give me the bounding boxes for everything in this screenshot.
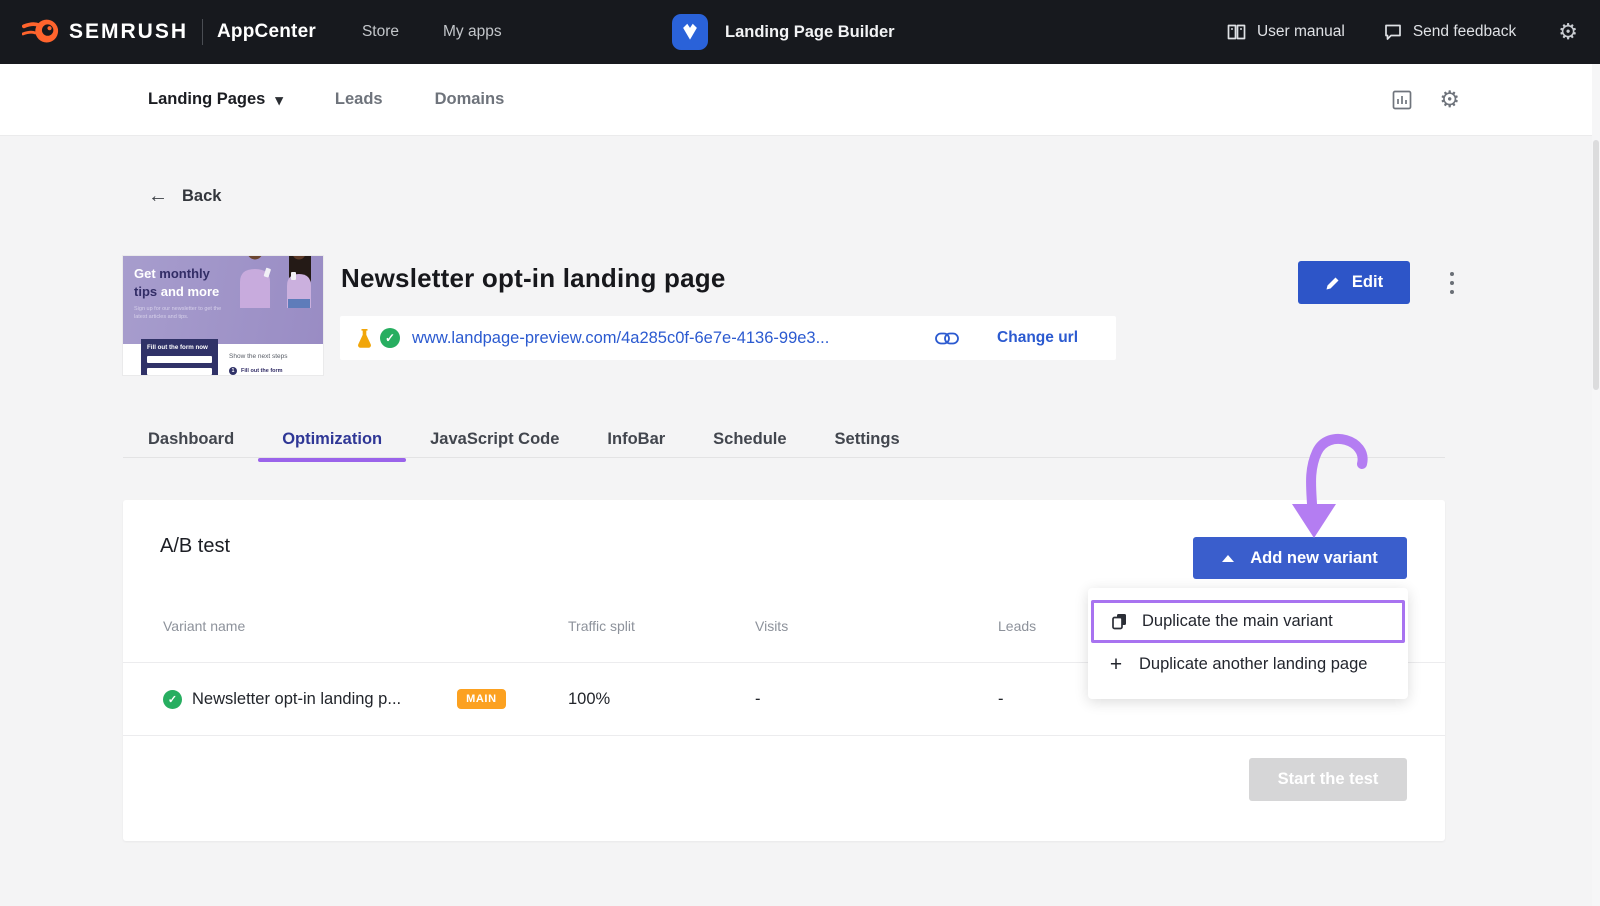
thumbnail-heading: Get monthly tips and more [134, 265, 219, 300]
form-title: Fill out the form now [147, 344, 212, 351]
copy-link-icon[interactable] [935, 332, 959, 345]
change-url-button[interactable]: Change url [997, 329, 1078, 347]
subnav-domains[interactable]: Domains [435, 90, 505, 109]
url-bar: ✓ www.landpage-preview.com/4a285c0f-6e7e… [340, 316, 1116, 360]
step-label: Fill out the form [241, 368, 283, 374]
back-label: Back [182, 187, 221, 206]
ab-test-heading: A/B test [160, 535, 230, 558]
subnav-leads[interactable]: Leads [335, 90, 383, 109]
step-item: 1 Fill out the form [229, 367, 288, 375]
menu-item-duplicate-main-variant[interactable]: Duplicate the main variant [1091, 600, 1405, 643]
app-sub-nav: Landing Pages ▾ Leads Domains ⚙ [0, 64, 1600, 136]
top-bar: SEMRUSH AppCenter Store My apps Landing … [0, 0, 1600, 64]
more-options-kebab[interactable] [1443, 270, 1461, 296]
landing-pages-label: Landing Pages [148, 90, 265, 109]
page-title: Newsletter opt-in landing page [341, 263, 725, 294]
landing-page-thumbnail: Get monthly tips and more Sign up for ou… [123, 256, 323, 375]
send-feedback-link[interactable]: Send feedback [1383, 22, 1516, 42]
plus-icon: + [1106, 654, 1126, 675]
nav-my-apps[interactable]: My apps [443, 23, 502, 41]
pencil-icon [1325, 275, 1341, 291]
landing-page-builder-icon [672, 14, 708, 50]
traffic-split-value: 100% [568, 690, 755, 709]
menu-item-label: Duplicate another landing page [1139, 655, 1367, 674]
main-badge: MAIN [457, 689, 506, 709]
duplicate-icon [1109, 612, 1129, 631]
subnav-items: Landing Pages ▾ Leads Domains [148, 90, 504, 109]
feedback-bubble-icon [1383, 22, 1403, 42]
published-check-icon: ✓ [163, 690, 182, 709]
user-manual-link[interactable]: User manual [1226, 22, 1345, 42]
thumbnail-steps: Show the next steps 1 Fill out the form [229, 353, 288, 375]
analytics-chart-icon[interactable] [1391, 89, 1413, 111]
chevron-up-icon [1222, 555, 1234, 562]
topbar-gear-icon[interactable]: ⚙ [1558, 21, 1578, 43]
subnav-landing-pages[interactable]: Landing Pages ▾ [148, 90, 283, 109]
status-check-icon: ✓ [380, 328, 400, 348]
tab-javascript-code[interactable]: JavaScript Code [406, 420, 583, 458]
page-tabs: Dashboard Optimization JavaScript Code I… [124, 420, 924, 458]
semrush-brand[interactable]: SEMRUSH AppCenter [22, 15, 316, 49]
visits-value: - [755, 690, 998, 709]
add-variant-dropdown: Duplicate the main variant + Duplicate a… [1088, 588, 1408, 699]
tab-infobar[interactable]: InfoBar [583, 420, 689, 458]
suite-name: AppCenter [217, 21, 316, 43]
row-divider [123, 735, 1445, 736]
app-name: Landing Page Builder [725, 23, 895, 42]
scrollbar-track [1592, 64, 1600, 906]
brand-name: SEMRUSH [69, 20, 188, 44]
tabs-divider [123, 457, 1445, 458]
settings-gear-icon[interactable]: ⚙ [1439, 88, 1460, 111]
tab-dashboard[interactable]: Dashboard [124, 420, 258, 458]
active-tab-underline [258, 458, 406, 462]
preview-url-link[interactable]: www.landpage-preview.com/4a285c0f-6e7e-4… [412, 329, 829, 348]
variant-name: Newsletter opt-in landing p... [192, 690, 401, 709]
form-input [147, 368, 212, 375]
add-variant-label: Add new variant [1250, 549, 1377, 568]
topbar-nav: Store My apps [362, 23, 502, 41]
start-the-test-button[interactable]: Start the test [1249, 758, 1407, 801]
menu-item-duplicate-another-page[interactable]: + Duplicate another landing page [1088, 643, 1408, 685]
chevron-down-icon: ▾ [275, 93, 283, 108]
current-app: Landing Page Builder [672, 0, 895, 64]
scrollbar-thumb[interactable] [1593, 140, 1599, 390]
col-variant-name: Variant name [163, 618, 568, 634]
brand-divider [202, 19, 203, 45]
form-input [147, 356, 212, 363]
back-link[interactable]: ← Back [148, 185, 221, 208]
semrush-logo-icon [22, 15, 60, 49]
nav-store[interactable]: Store [362, 23, 399, 41]
menu-item-label: Duplicate the main variant [1142, 612, 1333, 631]
user-manual-label: User manual [1257, 23, 1345, 41]
people-illustration [225, 256, 321, 313]
col-visits: Visits [755, 618, 998, 634]
add-new-variant-button[interactable]: Add new variant [1193, 537, 1407, 579]
tab-optimization[interactable]: Optimization [258, 420, 406, 458]
tab-settings[interactable]: Settings [811, 420, 924, 458]
steps-title: Show the next steps [229, 353, 288, 360]
landing-page-builder-screen: SEMRUSH AppCenter Store My apps Landing … [0, 0, 1600, 906]
book-icon [1226, 22, 1247, 42]
tab-optimization-label: Optimization [282, 430, 382, 448]
thumbnail-subtext: Sign up for our newsletter to get the la… [134, 305, 226, 322]
col-traffic-split: Traffic split [568, 618, 755, 634]
flask-icon [355, 328, 374, 349]
topbar-actions: User manual Send feedback ⚙ [1226, 0, 1578, 64]
edit-label: Edit [1352, 273, 1383, 292]
step-number: 1 [229, 367, 237, 375]
thumbnail-hero: Get monthly tips and more Sign up for ou… [123, 256, 323, 344]
back-arrow-icon: ← [148, 185, 168, 208]
send-feedback-label: Send feedback [1413, 23, 1516, 41]
tab-schedule[interactable]: Schedule [689, 420, 810, 458]
variant-name-cell: ✓ Newsletter opt-in landing p... MAIN [163, 689, 568, 709]
subnav-icons: ⚙ [1391, 88, 1460, 111]
thumbnail-form-card: Fill out the form now [141, 339, 218, 375]
edit-button[interactable]: Edit [1298, 261, 1410, 304]
